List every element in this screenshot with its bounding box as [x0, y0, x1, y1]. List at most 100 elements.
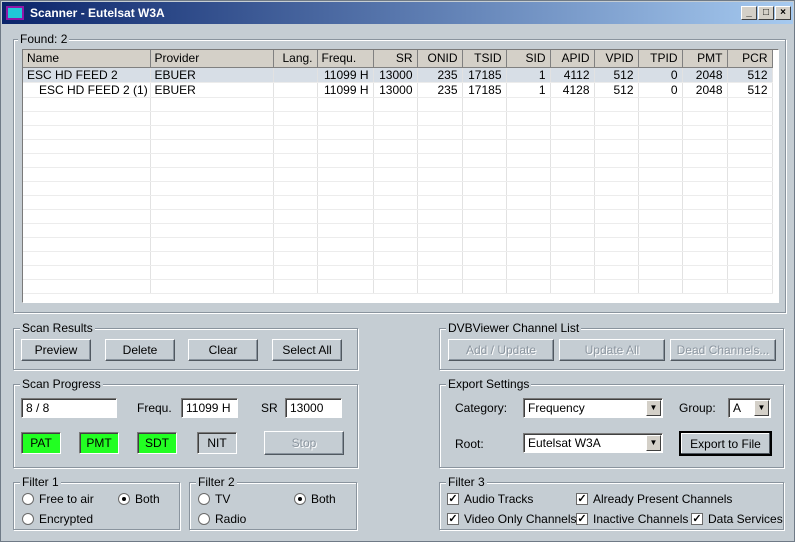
column-header-apid[interactable]: APID	[550, 50, 595, 68]
cell-pcr: 512	[727, 82, 773, 98]
column-header-frequ[interactable]: Frequ.	[317, 50, 374, 68]
nit-indicator: NIT	[197, 432, 237, 454]
column-header-lang[interactable]: Lang.	[273, 50, 318, 68]
filter2-both-radio[interactable]: Both	[294, 492, 336, 506]
empty-row	[23, 279, 773, 294]
cell-name: ESC HD FEED 2 (1)	[23, 82, 151, 98]
cell-sid: 1	[506, 67, 551, 83]
chevron-down-icon[interactable]: ▼	[646, 400, 661, 416]
radio-dot	[118, 493, 130, 505]
data-services-checkbox[interactable]: ✓ Data Services	[691, 512, 783, 526]
column-header-sr[interactable]: SR	[373, 50, 418, 68]
scan-progress-group: Scan Progress	[13, 377, 358, 468]
video-only-checkbox[interactable]: ✓ Video Only Channels	[447, 512, 577, 526]
channel-list-title: DVBViewer Channel List	[446, 321, 582, 335]
column-header-tsid[interactable]: TSID	[462, 50, 507, 68]
empty-row	[23, 251, 773, 266]
audio-tracks-checkbox[interactable]: ✓ Audio Tracks	[447, 492, 533, 506]
group-value: A	[733, 401, 742, 415]
column-header-pcr[interactable]: PCR	[727, 50, 773, 68]
filter1-title: Filter 1	[20, 475, 61, 489]
found-group-title: Found: 2	[18, 32, 70, 46]
maximize-button[interactable]: □	[758, 6, 774, 20]
progress-field: 8 / 8	[21, 398, 117, 418]
empty-row	[23, 125, 773, 140]
empty-row	[23, 167, 773, 182]
empty-row	[23, 265, 773, 280]
checkmark-icon: ✓	[576, 513, 588, 525]
chevron-down-icon[interactable]: ▼	[754, 400, 769, 416]
cell-name: ESC HD FEED 2	[23, 67, 151, 83]
chevron-down-icon[interactable]: ▼	[646, 435, 661, 451]
radio-dot	[294, 493, 306, 505]
frequ-field: 11099 H	[181, 398, 238, 418]
empty-row	[23, 181, 773, 196]
radio-dot	[22, 493, 34, 505]
video-only-label: Video Only Channels	[464, 512, 577, 526]
category-select[interactable]: Frequency ▼	[523, 398, 663, 418]
cell-onid: 235	[417, 82, 463, 98]
cell-pcr: 512	[727, 67, 773, 83]
cell-onid: 235	[417, 67, 463, 83]
cell-apid: 4128	[550, 82, 595, 98]
cell-vpid: 512	[594, 82, 639, 98]
stop-button[interactable]: Stop	[264, 431, 344, 455]
add-update-button[interactable]: Add / Update	[448, 339, 554, 361]
found-label: Found:	[20, 32, 58, 46]
empty-row	[23, 195, 773, 210]
channel-table[interactable]: Name Provider Lang. Frequ. SR ONID TSID …	[22, 49, 779, 303]
inactive-channels-checkbox[interactable]: ✓ Inactive Channels	[576, 512, 688, 526]
column-header-vpid[interactable]: VPID	[594, 50, 639, 68]
clear-button[interactable]: Clear	[188, 339, 258, 361]
cell-tpid: 0	[638, 82, 683, 98]
inactive-channels-label: Inactive Channels	[593, 512, 689, 526]
already-present-label: Already Present Channels	[593, 492, 733, 506]
cell-frequ: 11099 H	[317, 67, 374, 83]
checkmark-icon: ✓	[691, 513, 703, 525]
cell-sr: 13000	[373, 67, 418, 83]
app-icon	[6, 6, 24, 20]
radio-radio[interactable]: Radio	[198, 512, 246, 526]
preview-button[interactable]: Preview	[21, 339, 91, 361]
column-header-sid[interactable]: SID	[506, 50, 551, 68]
cell-provider: EBUER	[150, 67, 274, 83]
column-header-pmt[interactable]: PMT	[682, 50, 728, 68]
delete-button[interactable]: Delete	[105, 339, 175, 361]
column-header-provider[interactable]: Provider	[150, 50, 274, 68]
cell-provider: EBUER	[150, 82, 274, 98]
filter1-both-radio[interactable]: Both	[118, 492, 160, 506]
free-to-air-radio[interactable]: Free to air	[22, 492, 94, 506]
cell-lang	[273, 67, 318, 83]
empty-row	[23, 223, 773, 238]
root-value: Eutelsat W3A	[528, 436, 601, 450]
update-all-button[interactable]: Update All	[559, 339, 665, 361]
close-button[interactable]: ×	[775, 6, 791, 20]
root-label: Root:	[455, 437, 484, 451]
encrypted-label: Encrypted	[39, 512, 94, 526]
data-services-label: Data Services	[708, 512, 783, 526]
column-header-onid[interactable]: ONID	[417, 50, 463, 68]
cell-frequ: 11099 H	[317, 82, 374, 98]
select-all-button[interactable]: Select All	[272, 339, 342, 361]
dead-channels-button[interactable]: Dead Channels...	[670, 339, 776, 361]
already-present-checkbox[interactable]: ✓ Already Present Channels	[576, 492, 732, 506]
tv-label: TV	[215, 492, 231, 506]
column-header-name[interactable]: Name	[23, 50, 151, 68]
cell-tpid: 0	[638, 67, 683, 83]
empty-row	[23, 97, 773, 112]
minimize-button[interactable]: _	[741, 6, 757, 20]
radio-dot	[198, 513, 210, 525]
table-row[interactable]: ESC HD FEED 2 EBUER 11099 H 13000 235 17…	[23, 67, 773, 83]
encrypted-radio[interactable]: Encrypted	[22, 512, 93, 526]
group-select[interactable]: A ▼	[728, 398, 771, 418]
root-select[interactable]: Eutelsat W3A ▼	[523, 433, 663, 453]
tv-radio[interactable]: TV	[198, 492, 230, 506]
title-bar: Scanner - Eutelsat W3A _ □ ×	[2, 2, 793, 24]
checkmark-icon: ✓	[447, 493, 459, 505]
filter1-both-label: Both	[135, 492, 160, 506]
export-to-file-button[interactable]: Export to File	[679, 431, 772, 456]
table-row[interactable]: ESC HD FEED 2 (1) EBUER 11099 H 13000 23…	[23, 82, 773, 98]
column-header-tpid[interactable]: TPID	[638, 50, 683, 68]
audio-tracks-label: Audio Tracks	[464, 492, 534, 506]
empty-row	[23, 153, 773, 168]
